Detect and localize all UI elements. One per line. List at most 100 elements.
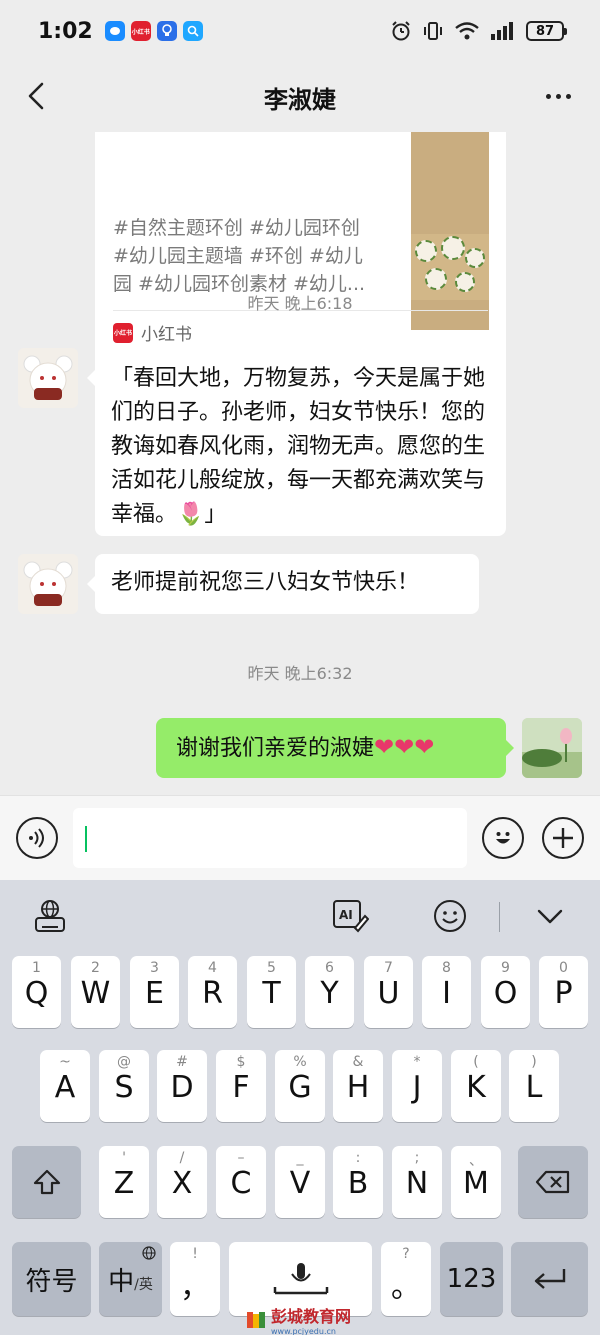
text-caret [85, 826, 87, 852]
xiaohongshu-app-icon: 小红书 [130, 21, 151, 41]
more-dot-icon [565, 93, 571, 99]
chevron-down-icon [537, 909, 563, 924]
plus-icon [553, 828, 573, 848]
keyboard-emoji-button[interactable] [430, 898, 470, 934]
key-n[interactable]: ; N [392, 1146, 442, 1218]
key-t[interactable]: 5T [247, 956, 296, 1028]
back-button[interactable] [16, 76, 56, 116]
hide-keyboard-button[interactable] [530, 898, 570, 934]
key-a[interactable]: ~ A [40, 1050, 90, 1122]
watermark: 彭城教育网 www.pcjyedu.cn [245, 1303, 351, 1335]
keyboard-toolbar: AI [0, 880, 600, 952]
card-source: 小红书 小红书 [113, 320, 192, 345]
card-tags-line: #幼儿园主题墙 #环创 #幼儿 [113, 245, 363, 267]
language-switch-key[interactable]: 中/英 [99, 1242, 162, 1316]
watermark-text: 彭城教育网 [271, 1307, 352, 1326]
heart-emoji-icon: ❤❤❤ [374, 733, 435, 761]
keyboard-globe-icon [35, 900, 65, 932]
emoji-button[interactable] [482, 817, 524, 859]
message-bubble[interactable]: 老师提前祝您三八妇女节快乐！ [87, 554, 479, 614]
ai-write-button[interactable]: AI [330, 898, 370, 934]
message-bubble[interactable]: 「春回大地，万物复苏，今天是属于她们的日子。孙老师，妇女节快乐！您的教诲如春风化… [87, 348, 506, 536]
chat-title: 李淑婕 [264, 85, 336, 114]
chat-header: 李淑婕 [0, 62, 600, 132]
lang-label: 中 [108, 1266, 135, 1297]
toolbar-divider [499, 902, 500, 932]
shift-icon [33, 1169, 60, 1195]
battery-indicator: 87 [526, 21, 567, 41]
key-o[interactable]: 9O [481, 956, 530, 1028]
key-p[interactable]: 0P [539, 956, 588, 1028]
message-timestamp: 昨天 晚上6:32 [247, 664, 353, 683]
shared-link-card[interactable]: #自然主题环创 #幼儿园环创 #幼儿园主题墙 #环创 #幼儿 园 #幼儿园环创素… [95, 132, 506, 378]
enter-icon [534, 1269, 565, 1289]
key-z[interactable]: ' Z [99, 1146, 149, 1218]
messages-app-icon [104, 21, 125, 41]
status-bar: 1:02 小红书 87 [0, 0, 600, 62]
my-message-bubble[interactable]: 谢谢我们亲爱的淑婕❤❤❤ [156, 718, 514, 778]
backspace-icon [535, 1170, 570, 1194]
key-m[interactable]: 、 M [451, 1146, 501, 1218]
bulb-app-icon [156, 21, 177, 41]
key-s[interactable]: @ S [99, 1050, 149, 1122]
key-x[interactable]: / X [157, 1146, 207, 1218]
key-k[interactable]: (K [451, 1050, 501, 1122]
voice-input-button[interactable] [16, 817, 58, 859]
contact-avatar[interactable] [18, 554, 78, 614]
ai-pen-icon: AI [333, 900, 369, 933]
key-r[interactable]: 4R [188, 956, 237, 1028]
more-options-button[interactable] [538, 76, 578, 116]
key-l[interactable]: ) L [509, 1050, 559, 1122]
card-source-label: 小红书 [141, 325, 192, 345]
period-key[interactable]: ?。 [381, 1242, 431, 1316]
key-e[interactable]: 3E [130, 956, 179, 1028]
key-d[interactable]: # D [157, 1050, 207, 1122]
lang-sub-label: /英 [134, 1277, 153, 1293]
wifi-icon [455, 22, 479, 40]
vibrate-icon [424, 22, 442, 40]
alarm-icon [392, 21, 410, 41]
status-right-group: 87 [390, 20, 567, 42]
key-b[interactable]: :B [333, 1146, 383, 1218]
more-actions-button[interactable] [542, 817, 584, 859]
watermark-logo [247, 1311, 265, 1328]
symbols-key[interactable]: 符号 [12, 1242, 91, 1316]
card-tags-line: #自然主题环创 #幼儿园环创 [113, 217, 360, 239]
globe-icon [142, 1246, 156, 1260]
key-v[interactable]: _ V [275, 1146, 325, 1218]
xiaohongshu-logo-icon: 小红书 [113, 322, 133, 343]
input-bar [0, 795, 600, 880]
comma-key[interactable]: !， [170, 1242, 220, 1316]
status-time: 1:02 [38, 18, 93, 44]
key-y[interactable]: 6Y [305, 956, 354, 1028]
smile-icon [496, 832, 510, 844]
microphone-icon [273, 1263, 328, 1295]
my-avatar[interactable] [522, 718, 582, 778]
numbers-key[interactable]: 123 [440, 1242, 503, 1316]
signal-icon [491, 22, 513, 40]
key-g[interactable]: % G [275, 1050, 325, 1122]
key-j[interactable]: * J [392, 1050, 442, 1122]
message-timestamp: 昨天 晚上6:18 [247, 294, 353, 313]
key-c[interactable]: – C [216, 1146, 266, 1218]
more-dot-icon [555, 93, 561, 99]
key-f[interactable]: $ F [216, 1050, 266, 1122]
voice-icon [29, 828, 44, 848]
chat-messages[interactable]: #自然主题环创 #幼儿园环创 #幼儿园主题墙 #环创 #幼儿 园 #幼儿园环创素… [0, 132, 600, 795]
keyboard-settings-button[interactable] [30, 898, 70, 934]
watermark-sub: www.pcjyedu.cn [271, 1327, 336, 1335]
key-u[interactable]: 7U [364, 956, 413, 1028]
contact-avatar[interactable] [18, 348, 78, 408]
key-i[interactable]: 8I [422, 956, 471, 1028]
chevron-left-icon [28, 82, 44, 110]
key-h[interactable]: & H [333, 1050, 383, 1122]
backspace-key[interactable] [518, 1146, 588, 1218]
svg-text:AI: AI [339, 908, 353, 922]
keyboard: AI 1Q 2W 3E 4R 5T 6Y 7U 8I 9O 0P ~ A @ S #… [0, 880, 600, 1335]
key-w[interactable]: 2W [71, 956, 120, 1028]
message-input[interactable] [73, 808, 467, 868]
key-q[interactable]: 1Q [12, 956, 61, 1028]
shift-key[interactable] [12, 1146, 81, 1218]
more-dot-icon [545, 93, 551, 99]
enter-key[interactable] [511, 1242, 588, 1316]
